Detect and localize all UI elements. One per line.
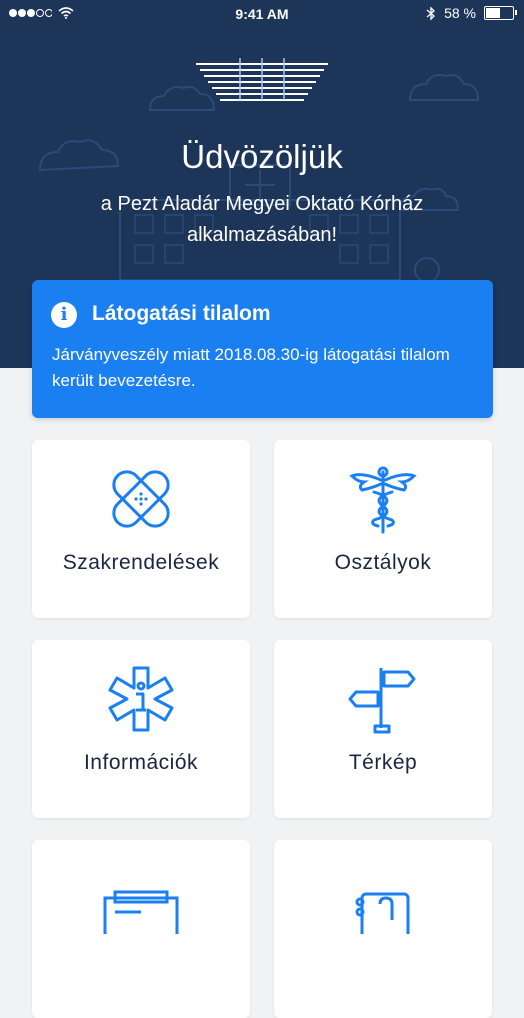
menu-card-label: Szakrendelések: [62, 551, 220, 574]
news-icon: [103, 890, 179, 934]
battery-icon: [484, 6, 517, 20]
menu-card-label: Térkép: [348, 751, 418, 774]
welcome-title: Üdvözöljük: [181, 138, 343, 175]
menu-card-information[interactable]: Információk: [32, 640, 250, 818]
signpost-icon: [348, 668, 416, 734]
alert-body: Járványveszély miatt 2018.08.30-ig látog…: [52, 345, 450, 390]
visit-ban-alert[interactable]: i Látogatási tilalom Járványveszély miat…: [32, 280, 493, 418]
medical-info-icon: [108, 666, 174, 732]
battery-percentage: 58 %: [444, 5, 476, 21]
menu-card-label: Osztályok: [334, 551, 432, 574]
menu-card-departments[interactable]: Osztályok: [274, 440, 492, 618]
bandage-icon: [112, 470, 170, 528]
alert-title: Látogatási tilalom: [92, 302, 271, 325]
contact-book-icon: [355, 892, 410, 934]
caduceus-icon: [349, 466, 417, 534]
menu-card-contacts[interactable]: [274, 840, 492, 1018]
info-icon: i: [51, 302, 77, 328]
menu-card-map[interactable]: Térkép: [274, 640, 492, 818]
menu-card-outpatient[interactable]: Szakrendelések: [32, 440, 250, 618]
welcome-subtitle: a Pezt Aladár Megyei Oktató Kórház alkal…: [100, 193, 424, 246]
menu-card-label: Információk: [83, 751, 199, 774]
menu-card-news[interactable]: [32, 840, 250, 1018]
status-bar: 9:41 AM 58 %: [0, 0, 524, 28]
bluetooth-icon: [426, 5, 436, 21]
